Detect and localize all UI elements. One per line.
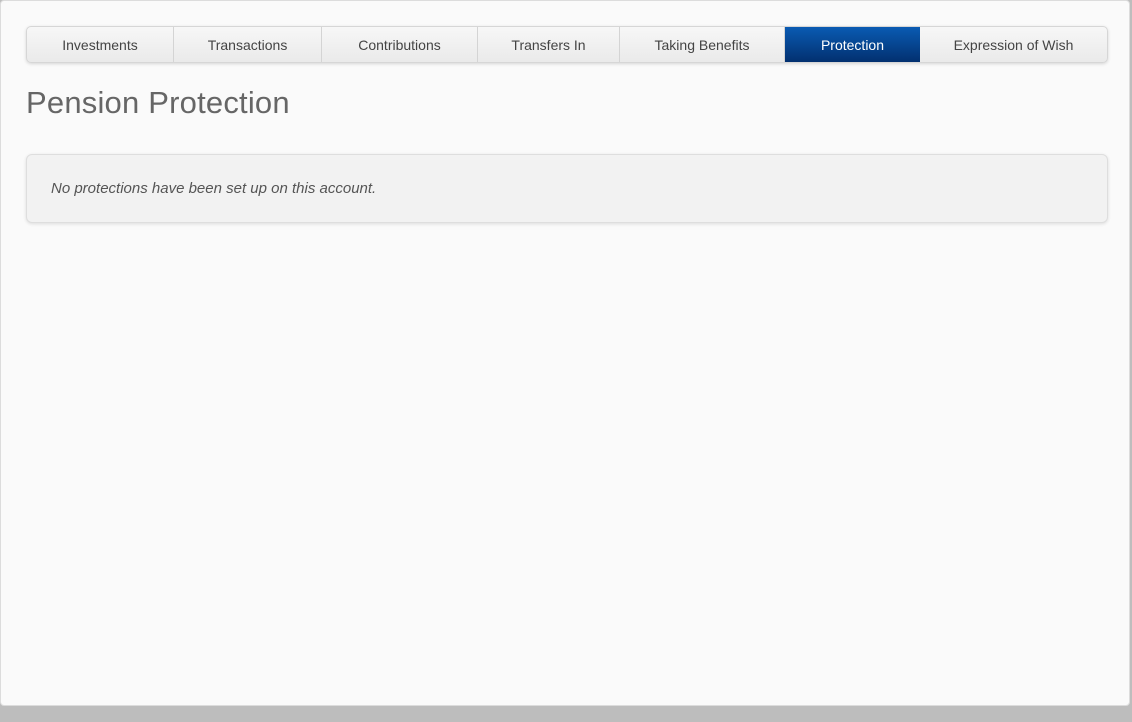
bottom-scroll-strip: [0, 708, 1132, 722]
notice-text: No protections have been set up on this …: [51, 180, 377, 197]
tab-transactions[interactable]: Transactions: [174, 27, 322, 62]
content-panel: Investments Transactions Contributions T…: [0, 0, 1130, 706]
tab-bar: Investments Transactions Contributions T…: [26, 26, 1108, 63]
page-title: Pension Protection: [26, 85, 290, 120]
tab-transfers-in[interactable]: Transfers In: [478, 27, 620, 62]
tab-contributions[interactable]: Contributions: [322, 27, 478, 62]
empty-state-notice: No protections have been set up on this …: [26, 154, 1108, 223]
tab-investments[interactable]: Investments: [27, 27, 174, 62]
tab-protection[interactable]: Protection: [785, 27, 920, 62]
tab-taking-benefits[interactable]: Taking Benefits: [620, 27, 785, 62]
tab-expression-of-wish[interactable]: Expression of Wish: [920, 27, 1107, 62]
